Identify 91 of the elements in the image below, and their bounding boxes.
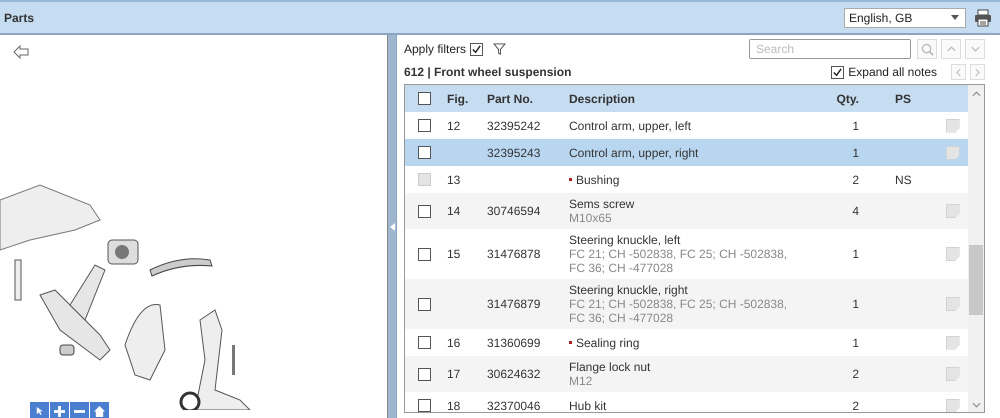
cursor-icon[interactable] (36, 406, 44, 416)
caret-icon[interactable] (951, 15, 959, 20)
figure-number: 13 (447, 172, 460, 186)
chevron-up-icon[interactable] (946, 46, 956, 52)
back-arrow-icon[interactable] (13, 45, 29, 59)
part-note: M12 (569, 374, 594, 388)
row-checkbox[interactable] (418, 204, 430, 218)
part-description: Sems screw (569, 197, 634, 211)
part-note: M10x65 (569, 211, 613, 225)
zoom-in-button[interactable] (50, 402, 69, 418)
language-select[interactable]: English, GB (844, 8, 966, 28)
table-row[interactable]: 31476879 Steering knuckle, right FC 21; CH -502838, FC 25; CH -502838, FC 36; CH -477028 1 (405, 279, 968, 329)
quantity: 4 (852, 204, 859, 218)
select-all-checkbox[interactable] (418, 92, 430, 105)
quantity: 2 (852, 172, 859, 186)
home-button[interactable] (90, 402, 109, 418)
part-number: 31476879 (487, 297, 540, 311)
part-number: 32370046 (487, 398, 540, 412)
column-header[interactable]: Part No. (483, 92, 565, 106)
chevron-left-icon[interactable] (956, 68, 961, 76)
row-checkbox[interactable] (418, 248, 430, 260)
part-note: FC 21; CH -502838, FC 25; CH -502838, FC 36; CH -477028 (569, 247, 788, 275)
quantity: 2 (852, 398, 859, 412)
chevron-down-icon[interactable] (970, 46, 980, 52)
part-number: 31360699 (487, 336, 540, 350)
expand-notes-label: Expand all notes (848, 65, 937, 79)
scrollbar-thumb[interactable] (969, 244, 983, 314)
quantity: 1 (852, 118, 859, 132)
scroll-up-icon[interactable] (972, 91, 980, 97)
scroll-down-icon[interactable] (972, 402, 980, 408)
part-description: Sealing ring (576, 336, 640, 350)
row-checkbox[interactable] (418, 399, 430, 412)
part-description: Control arm, upper, left (569, 118, 692, 132)
column-header[interactable]: PS (877, 92, 937, 106)
part-description: Hub kit (569, 398, 606, 412)
part-number: 32395242 (487, 118, 540, 132)
part-description: Flange lock nut (569, 360, 650, 374)
figure-number: 15 (447, 247, 460, 261)
column-header[interactable]: Qty. (797, 92, 877, 106)
figure-number: 17 (447, 367, 460, 381)
next-note-button[interactable] (970, 64, 985, 80)
part-number: 32395243 (487, 146, 540, 160)
quantity: 1 (852, 336, 859, 350)
part-number: 30624632 (487, 367, 540, 381)
row-checkbox[interactable] (418, 336, 430, 349)
table-row[interactable]: 14 30746594 Sems screw M10x65 4 (405, 193, 968, 229)
figure-number: 14 (447, 204, 460, 218)
row-checkbox[interactable] (418, 146, 430, 159)
expand-notes-checkbox[interactable] (831, 66, 844, 78)
plus-icon[interactable] (54, 406, 65, 416)
part-description: Steering knuckle, right (569, 283, 688, 297)
ps-code: NS (895, 172, 912, 186)
figure-number: 16 (447, 336, 460, 350)
previous-match-button[interactable] (941, 39, 961, 59)
apply-filters-label: Apply filters (404, 42, 466, 56)
chevron-right-icon[interactable] (975, 68, 980, 76)
part-note: FC 21; CH -502838, FC 25; CH -502838, FC 36; CH -477028 (569, 297, 788, 325)
group-title: 612 | Front wheel suspension (404, 65, 572, 79)
table-row[interactable]: 17 30624632 Flange lock nut M12 2 (405, 356, 968, 392)
quantity: 1 (852, 247, 859, 261)
quantity: 1 (852, 146, 859, 160)
search-button[interactable] (917, 39, 937, 59)
column-header[interactable]: Fig. (443, 92, 483, 106)
zoom-out-button[interactable] (70, 402, 89, 418)
quantity: 2 (852, 367, 859, 381)
part-number: 30746594 (487, 204, 540, 218)
row-checkbox[interactable] (418, 368, 430, 380)
previous-note-button[interactable] (951, 64, 966, 80)
search-icon[interactable] (920, 42, 934, 56)
home-icon[interactable] (94, 406, 105, 416)
search-field[interactable]: Search (749, 39, 911, 59)
part-description: Bushing (576, 172, 620, 186)
part-description: Steering knuckle, left (569, 233, 680, 247)
part-number: 31476878 (487, 247, 540, 261)
figure-number: 12 (447, 118, 460, 132)
pointer-tool-button[interactable] (30, 402, 49, 418)
splitter[interactable] (387, 35, 396, 418)
row-checkbox[interactable] (418, 119, 430, 132)
apply-filters-checkbox[interactable] (470, 42, 484, 56)
next-match-button[interactable] (965, 39, 985, 59)
print-icon[interactable] (974, 8, 992, 26)
row-checkbox[interactable] (418, 298, 430, 310)
part-description: Control arm, upper, right (569, 146, 698, 160)
table-row[interactable]: 32395243 Control arm, upper, right 1 (405, 139, 968, 166)
collapse-arrow-icon[interactable] (390, 222, 394, 230)
filter-icon[interactable] (493, 43, 506, 55)
page-title: Parts (4, 10, 34, 24)
scrollbar[interactable] (968, 85, 984, 412)
quantity: 1 (852, 297, 859, 311)
column-header[interactable]: Description (565, 92, 797, 106)
figure-number: 18 (447, 398, 460, 412)
